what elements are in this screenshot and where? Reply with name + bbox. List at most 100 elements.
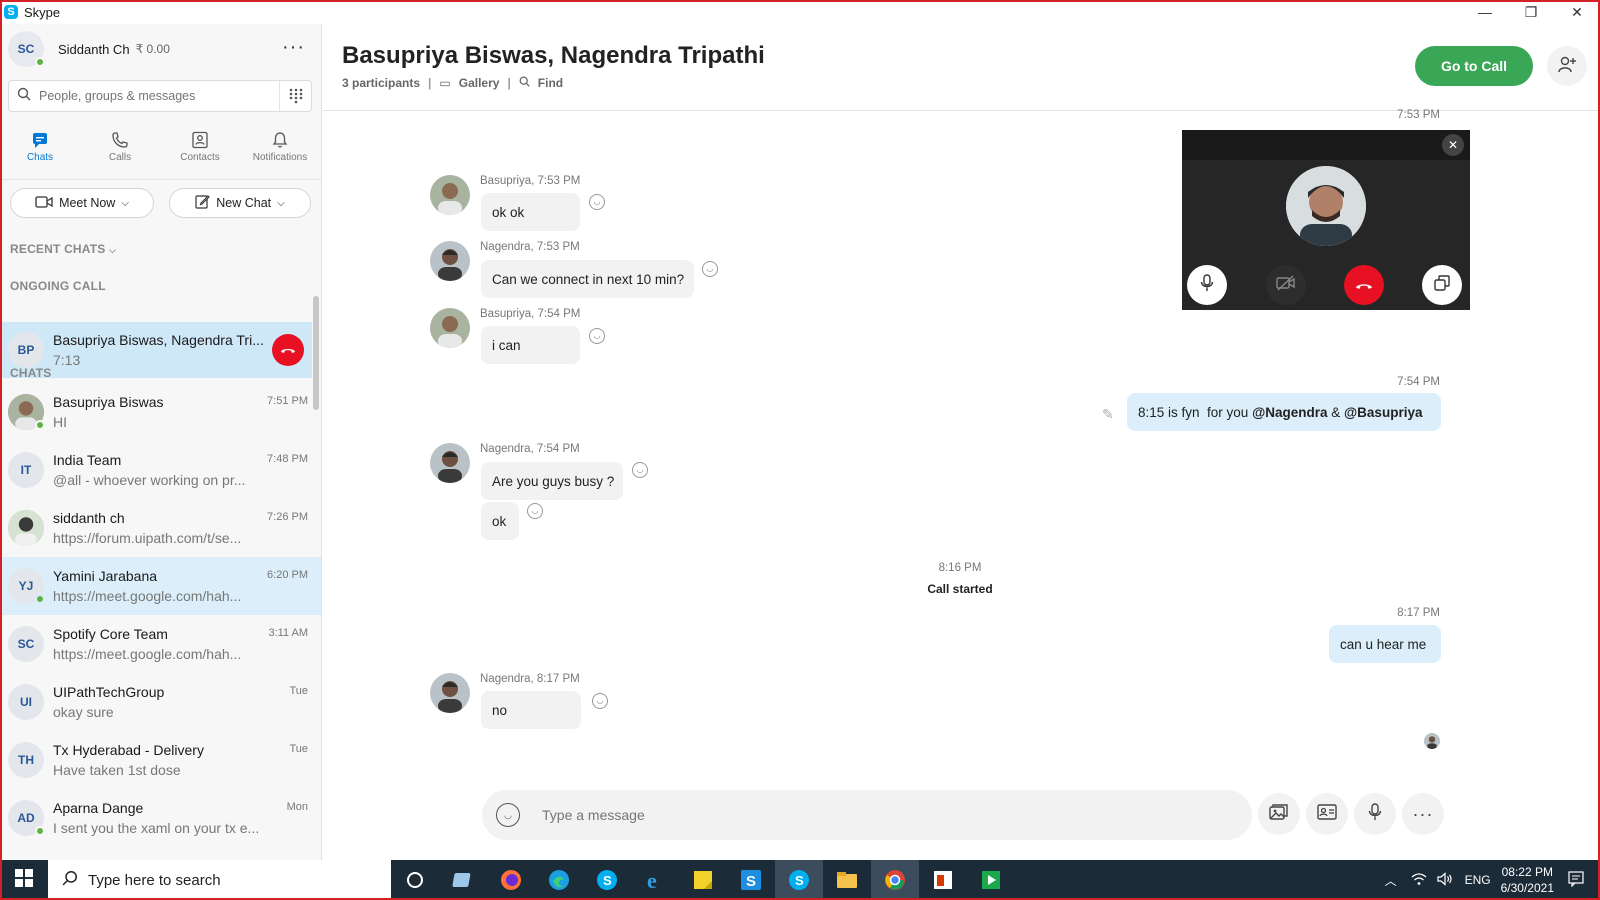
tab-notifications[interactable]: Notifications: [240, 128, 320, 178]
hang-up-button[interactable]: [1344, 265, 1384, 305]
contact-card-button[interactable]: [1306, 793, 1348, 835]
chat-list-item[interactable]: SC Spotify Core Team https://meet.google.c…: [0, 615, 321, 673]
emoji-reaction-icon[interactable]: ◡: [592, 693, 608, 709]
avatar[interactable]: [430, 308, 470, 348]
more-options-icon[interactable]: ···: [282, 36, 305, 59]
close-icon[interactable]: ✕: [1442, 134, 1464, 156]
scrollbar[interactable]: [313, 296, 319, 410]
language-indicator[interactable]: ENG: [1465, 873, 1491, 887]
tab-chats[interactable]: Chats: [0, 128, 80, 178]
cortana-icon[interactable]: [391, 860, 439, 900]
chevron-up-icon[interactable]: ︿: [1385, 872, 1397, 889]
chat-list-item[interactable]: TH Tx Hyderabad - Delivery Have taken 1st …: [0, 731, 321, 789]
tab-contacts[interactable]: Contacts: [160, 128, 240, 178]
emoji-reaction-icon[interactable]: ◡: [702, 261, 718, 277]
office-app-icon[interactable]: [919, 860, 967, 900]
sent-message-bubble[interactable]: 8:15 is fyn for you @Nagendra & @Basupri…: [1127, 393, 1441, 431]
video-toggle-button[interactable]: [1266, 265, 1306, 305]
action-center-icon[interactable]: [1568, 870, 1584, 890]
minimize-button[interactable]: —: [1462, 0, 1508, 24]
message-bubble[interactable]: ok: [481, 502, 519, 540]
find-link[interactable]: Find: [538, 76, 563, 90]
end-call-button[interactable]: [272, 334, 304, 366]
network-icon[interactable]: [1411, 872, 1427, 889]
emoji-icon[interactable]: ◡: [496, 803, 520, 827]
internet-explorer-icon[interactable]: e: [631, 860, 679, 900]
mute-button[interactable]: [1187, 265, 1227, 305]
recent-chats-header[interactable]: RECENT CHATS ⌵: [10, 242, 116, 256]
clock[interactable]: 08:22 PM 6/30/2021: [1501, 864, 1554, 896]
message-bubble[interactable]: Can we connect in next 10 min?: [481, 260, 694, 298]
profile-avatar[interactable]: SC: [8, 31, 45, 67]
search-box[interactable]: [8, 80, 312, 112]
chrome-icon[interactable]: [871, 860, 919, 900]
file-explorer-icon[interactable]: [823, 860, 871, 900]
add-participant-button[interactable]: [1547, 46, 1587, 86]
pop-out-icon: [1434, 275, 1450, 295]
taskbar-search[interactable]: Type here to search: [48, 860, 391, 900]
emoji-reaction-icon[interactable]: ◡: [589, 328, 605, 344]
sharepoint-icon[interactable]: S: [727, 860, 775, 900]
chat-list-item[interactable]: YJ Yamini Jarabana https://meet.google.com…: [0, 557, 321, 615]
chat-list-item[interactable]: AD Aparna Dange I sent you the xaml on you…: [0, 789, 321, 847]
avatar[interactable]: [430, 443, 470, 483]
chat-time: 6:20 PM: [267, 569, 308, 581]
mention[interactable]: @Nagendra: [1252, 405, 1327, 420]
tab-calls[interactable]: Calls: [80, 128, 160, 178]
close-button[interactable]: ✕: [1554, 0, 1600, 24]
emoji-reaction-icon[interactable]: ◡: [632, 462, 648, 478]
skype-logo-icon: S: [4, 5, 18, 19]
chat-preview: https://meet.google.com/hah...: [53, 646, 242, 662]
volume-icon[interactable]: [1436, 871, 1453, 889]
emoji-reaction-icon[interactable]: ◡: [589, 194, 605, 210]
maximize-button[interactable]: ❐: [1508, 0, 1554, 24]
message-bubble[interactable]: Are you guys busy ?: [481, 462, 623, 500]
media-gallery-button[interactable]: [1258, 793, 1300, 835]
edit-pencil-icon[interactable]: ✎: [1102, 406, 1114, 423]
chat-time: Tue: [289, 743, 308, 755]
media-player-icon[interactable]: [967, 860, 1015, 900]
chat-preview: okay sure: [53, 704, 114, 720]
go-to-call-button[interactable]: Go to Call: [1415, 46, 1533, 86]
gallery-link[interactable]: Gallery: [459, 76, 500, 90]
skype-credit[interactable]: ₹ 0.00: [136, 42, 170, 56]
voice-message-button[interactable]: [1354, 793, 1396, 835]
task-view-icon[interactable]: [439, 860, 487, 900]
video-call-preview[interactable]: ✕: [1182, 130, 1470, 310]
start-button[interactable]: [0, 860, 48, 900]
new-chat-button[interactable]: New Chat ⌵: [169, 188, 311, 218]
more-options-button[interactable]: ···: [1402, 793, 1444, 835]
conversation-title[interactable]: Basupriya Biswas, Nagendra Tripathi: [342, 42, 765, 70]
search-input[interactable]: [39, 89, 269, 103]
chat-list-item[interactable]: siddanth ch https://forum.uipath.com/t/se…: [0, 499, 321, 557]
emoji-reaction-icon[interactable]: ◡: [527, 503, 543, 519]
message-bubble[interactable]: no: [481, 691, 581, 729]
meet-now-button[interactable]: Meet Now ⌵: [10, 188, 154, 218]
message-bubble[interactable]: ok ok: [481, 193, 580, 231]
image-icon: [1269, 803, 1289, 826]
participants-link[interactable]: 3 participants: [342, 76, 420, 90]
chat-list-item[interactable]: UI UIPathTechGroup okay sure Tue: [0, 673, 321, 731]
message-header: Basupriya, 7:54 PM: [480, 308, 581, 320]
message-input[interactable]: [542, 807, 1192, 823]
skype-active-taskbar-icon[interactable]: S: [775, 860, 823, 900]
chat-name: Tx Hyderabad - Delivery: [53, 742, 204, 758]
caller-avatar[interactable]: [1286, 166, 1366, 246]
profile-area[interactable]: SC Siddanth Ch ₹ 0.00 ···: [0, 24, 321, 74]
chat-list-item[interactable]: IT India Team @all - whoever working on pr…: [0, 441, 321, 499]
skype-taskbar-icon[interactable]: S: [583, 860, 631, 900]
pop-out-button[interactable]: [1422, 265, 1462, 305]
chat-list-item[interactable]: Basupriya Biswas HI 7:51 PM: [0, 383, 321, 441]
mention[interactable]: @Basupriya: [1344, 405, 1422, 420]
sticky-notes-icon[interactable]: [679, 860, 727, 900]
firefox-icon[interactable]: [487, 860, 535, 900]
profile-name[interactable]: Siddanth Ch: [58, 42, 130, 57]
avatar[interactable]: [430, 241, 470, 281]
edge-icon[interactable]: [535, 860, 583, 900]
avatar[interactable]: [430, 175, 470, 215]
message-bubble[interactable]: i can: [481, 326, 580, 364]
sent-message-bubble[interactable]: can u hear me: [1329, 625, 1441, 663]
avatar[interactable]: [430, 673, 470, 713]
dialpad-icon[interactable]: [279, 81, 311, 111]
chat-time: Mon: [286, 801, 308, 813]
